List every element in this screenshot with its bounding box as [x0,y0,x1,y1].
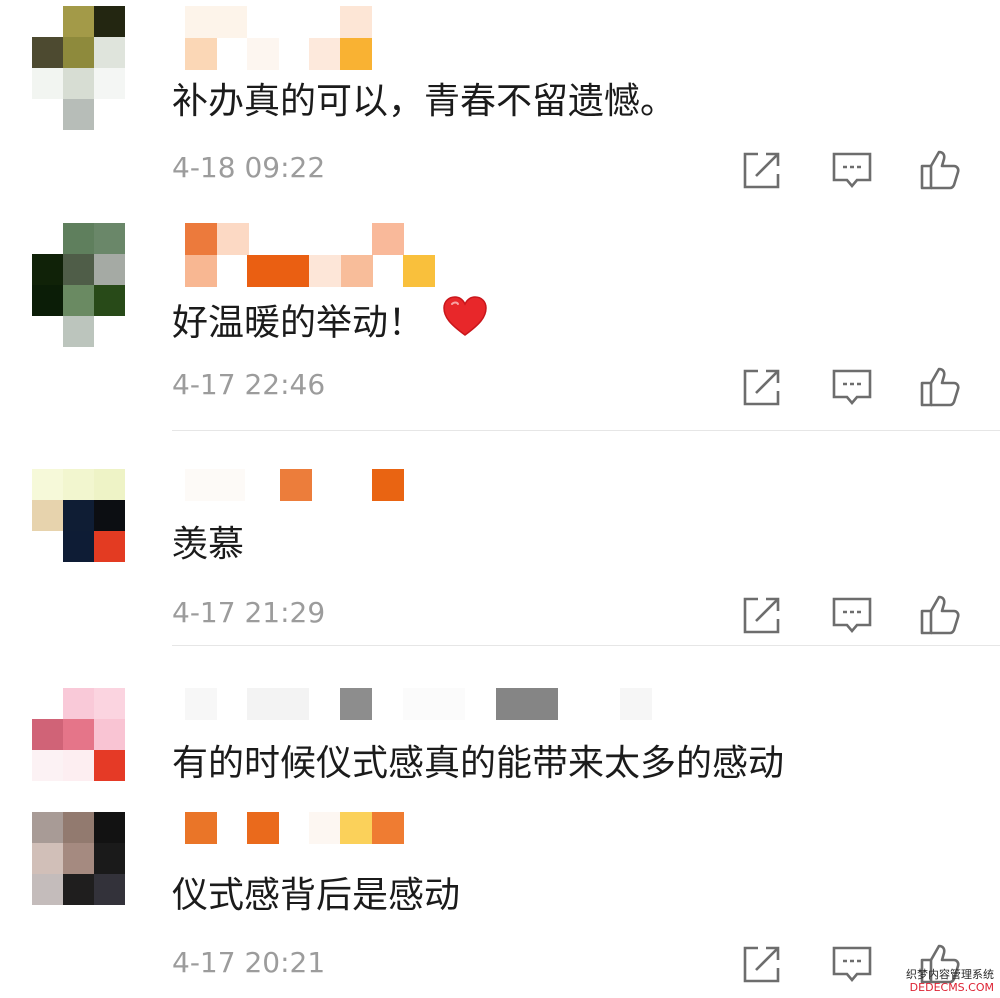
red-heart-emoji [442,295,488,346]
username-pixelated[interactable] [185,6,485,70]
thumbs-up-icon[interactable] [918,365,962,409]
comment-text-content: 好温暖的举动！ [172,302,425,344]
comment-text: 好温暖的举动！ [172,296,488,350]
comment-item: 补办真的可以，青春不留遗憾。 4-18 09:22 [0,0,1000,215]
share-icon[interactable] [740,942,784,986]
comment-icon[interactable] [830,593,874,637]
comment-text: 有的时候仪式感真的能带来太多的感动 [172,743,785,784]
comment-item: 仪式感背后是感动 4-17 20:21 [0,806,1000,998]
avatar[interactable] [32,688,125,781]
comment-item: 有的时候仪式感真的能带来太多的感动 [0,646,1000,806]
watermark-domain: DEDECMS.COM [909,981,994,994]
comment-icon[interactable] [830,942,874,986]
share-icon[interactable] [740,593,784,637]
watermark-title: 织梦内容管理系统 [906,968,994,981]
comment-item: 好温暖的举动！ 4-17 22:46 [0,215,1000,431]
comment-text: 补办真的可以，青春不留遗憾。 [172,81,677,122]
username-pixelated[interactable] [185,469,415,501]
thumbs-up-icon[interactable] [918,593,962,637]
username-pixelated[interactable] [185,812,415,844]
comment-item: 羡慕 4-17 21:29 [0,431,1000,646]
comment-time: 4-17 20:21 [172,946,326,979]
share-icon[interactable] [740,365,784,409]
comment-time: 4-17 21:29 [172,596,326,629]
avatar[interactable] [32,223,125,347]
comment-text: 仪式感背后是感动 [172,875,461,916]
comment-time: 4-17 22:46 [172,368,326,401]
username-pixelated[interactable] [185,688,665,720]
avatar[interactable] [32,812,125,905]
avatar[interactable] [32,469,125,563]
avatar[interactable] [32,6,125,130]
comment-icon[interactable] [830,365,874,409]
comment-text: 羡慕 [172,524,245,565]
watermark: 织梦内容管理系统 DEDECMS.COM [906,968,994,994]
comment-time: 4-18 09:22 [172,151,326,184]
comment-feed: { "comments": [ {"text": "补办真的可以，青春不留遗憾。… [0,0,1000,998]
comment-icon[interactable] [830,148,874,192]
share-icon[interactable] [740,148,784,192]
thumbs-up-icon[interactable] [918,148,962,192]
username-pixelated[interactable] [185,223,445,287]
